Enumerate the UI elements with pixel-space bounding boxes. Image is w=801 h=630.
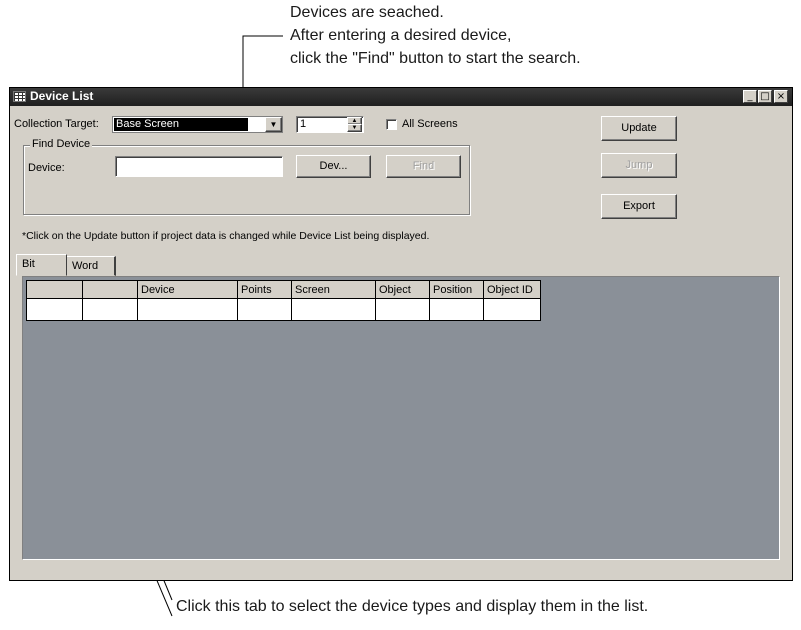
- find-button[interactable]: Find: [386, 155, 461, 178]
- close-button[interactable]: ×: [774, 90, 788, 103]
- column-header-screen[interactable]: Screen: [291, 280, 376, 299]
- minimize-button[interactable]: _: [743, 90, 757, 103]
- column-header-device[interactable]: Device: [137, 280, 238, 299]
- all-screens-label: All Screens: [402, 118, 458, 130]
- column-header-position[interactable]: Position: [429, 280, 484, 299]
- chevron-down-icon[interactable]: ▼: [265, 117, 282, 132]
- find-device-group-label: Find Device: [30, 138, 93, 150]
- collection-target-label: Collection Target:: [14, 118, 99, 130]
- grid-icon: [13, 91, 26, 102]
- tab-bit[interactable]: Bit: [16, 254, 67, 276]
- jump-button[interactable]: Jump: [601, 153, 677, 178]
- device-list-grid[interactable]: Device Points Screen Object Position Obj…: [22, 276, 780, 560]
- dev-button[interactable]: Dev...: [296, 155, 371, 178]
- screen-number-field[interactable]: 1 ▲ ▼: [296, 116, 364, 133]
- window-title: Device List: [30, 89, 94, 103]
- device-table: Device Points Screen Object Position Obj…: [26, 280, 541, 321]
- tab-word[interactable]: Word: [66, 256, 116, 276]
- all-screens-checkbox[interactable]: [386, 119, 397, 130]
- column-header-object[interactable]: Object: [375, 280, 430, 299]
- column-header-blank-2[interactable]: [82, 280, 138, 299]
- export-button[interactable]: Export: [601, 194, 677, 219]
- table-row[interactable]: [26, 298, 541, 321]
- column-header-blank-1[interactable]: [26, 280, 83, 299]
- collection-target-select[interactable]: Base Screen ▼: [112, 116, 283, 133]
- column-header-object-id[interactable]: Object ID: [483, 280, 541, 299]
- update-note: *Click on the Update button if project d…: [22, 230, 430, 242]
- collection-target-value: Base Screen: [114, 118, 248, 131]
- spin-down-icon[interactable]: ▼: [347, 124, 362, 132]
- update-button[interactable]: Update: [601, 116, 677, 141]
- column-header-points[interactable]: Points: [237, 280, 292, 299]
- maximize-button[interactable]: □: [758, 90, 772, 103]
- title-bar[interactable]: Device List _ □ ×: [10, 88, 792, 106]
- device-label: Device:: [28, 162, 65, 174]
- device-list-window: Device List _ □ × Collection Target: Bas…: [9, 87, 793, 581]
- device-input[interactable]: [115, 156, 283, 177]
- screen-number-value: 1: [300, 118, 307, 130]
